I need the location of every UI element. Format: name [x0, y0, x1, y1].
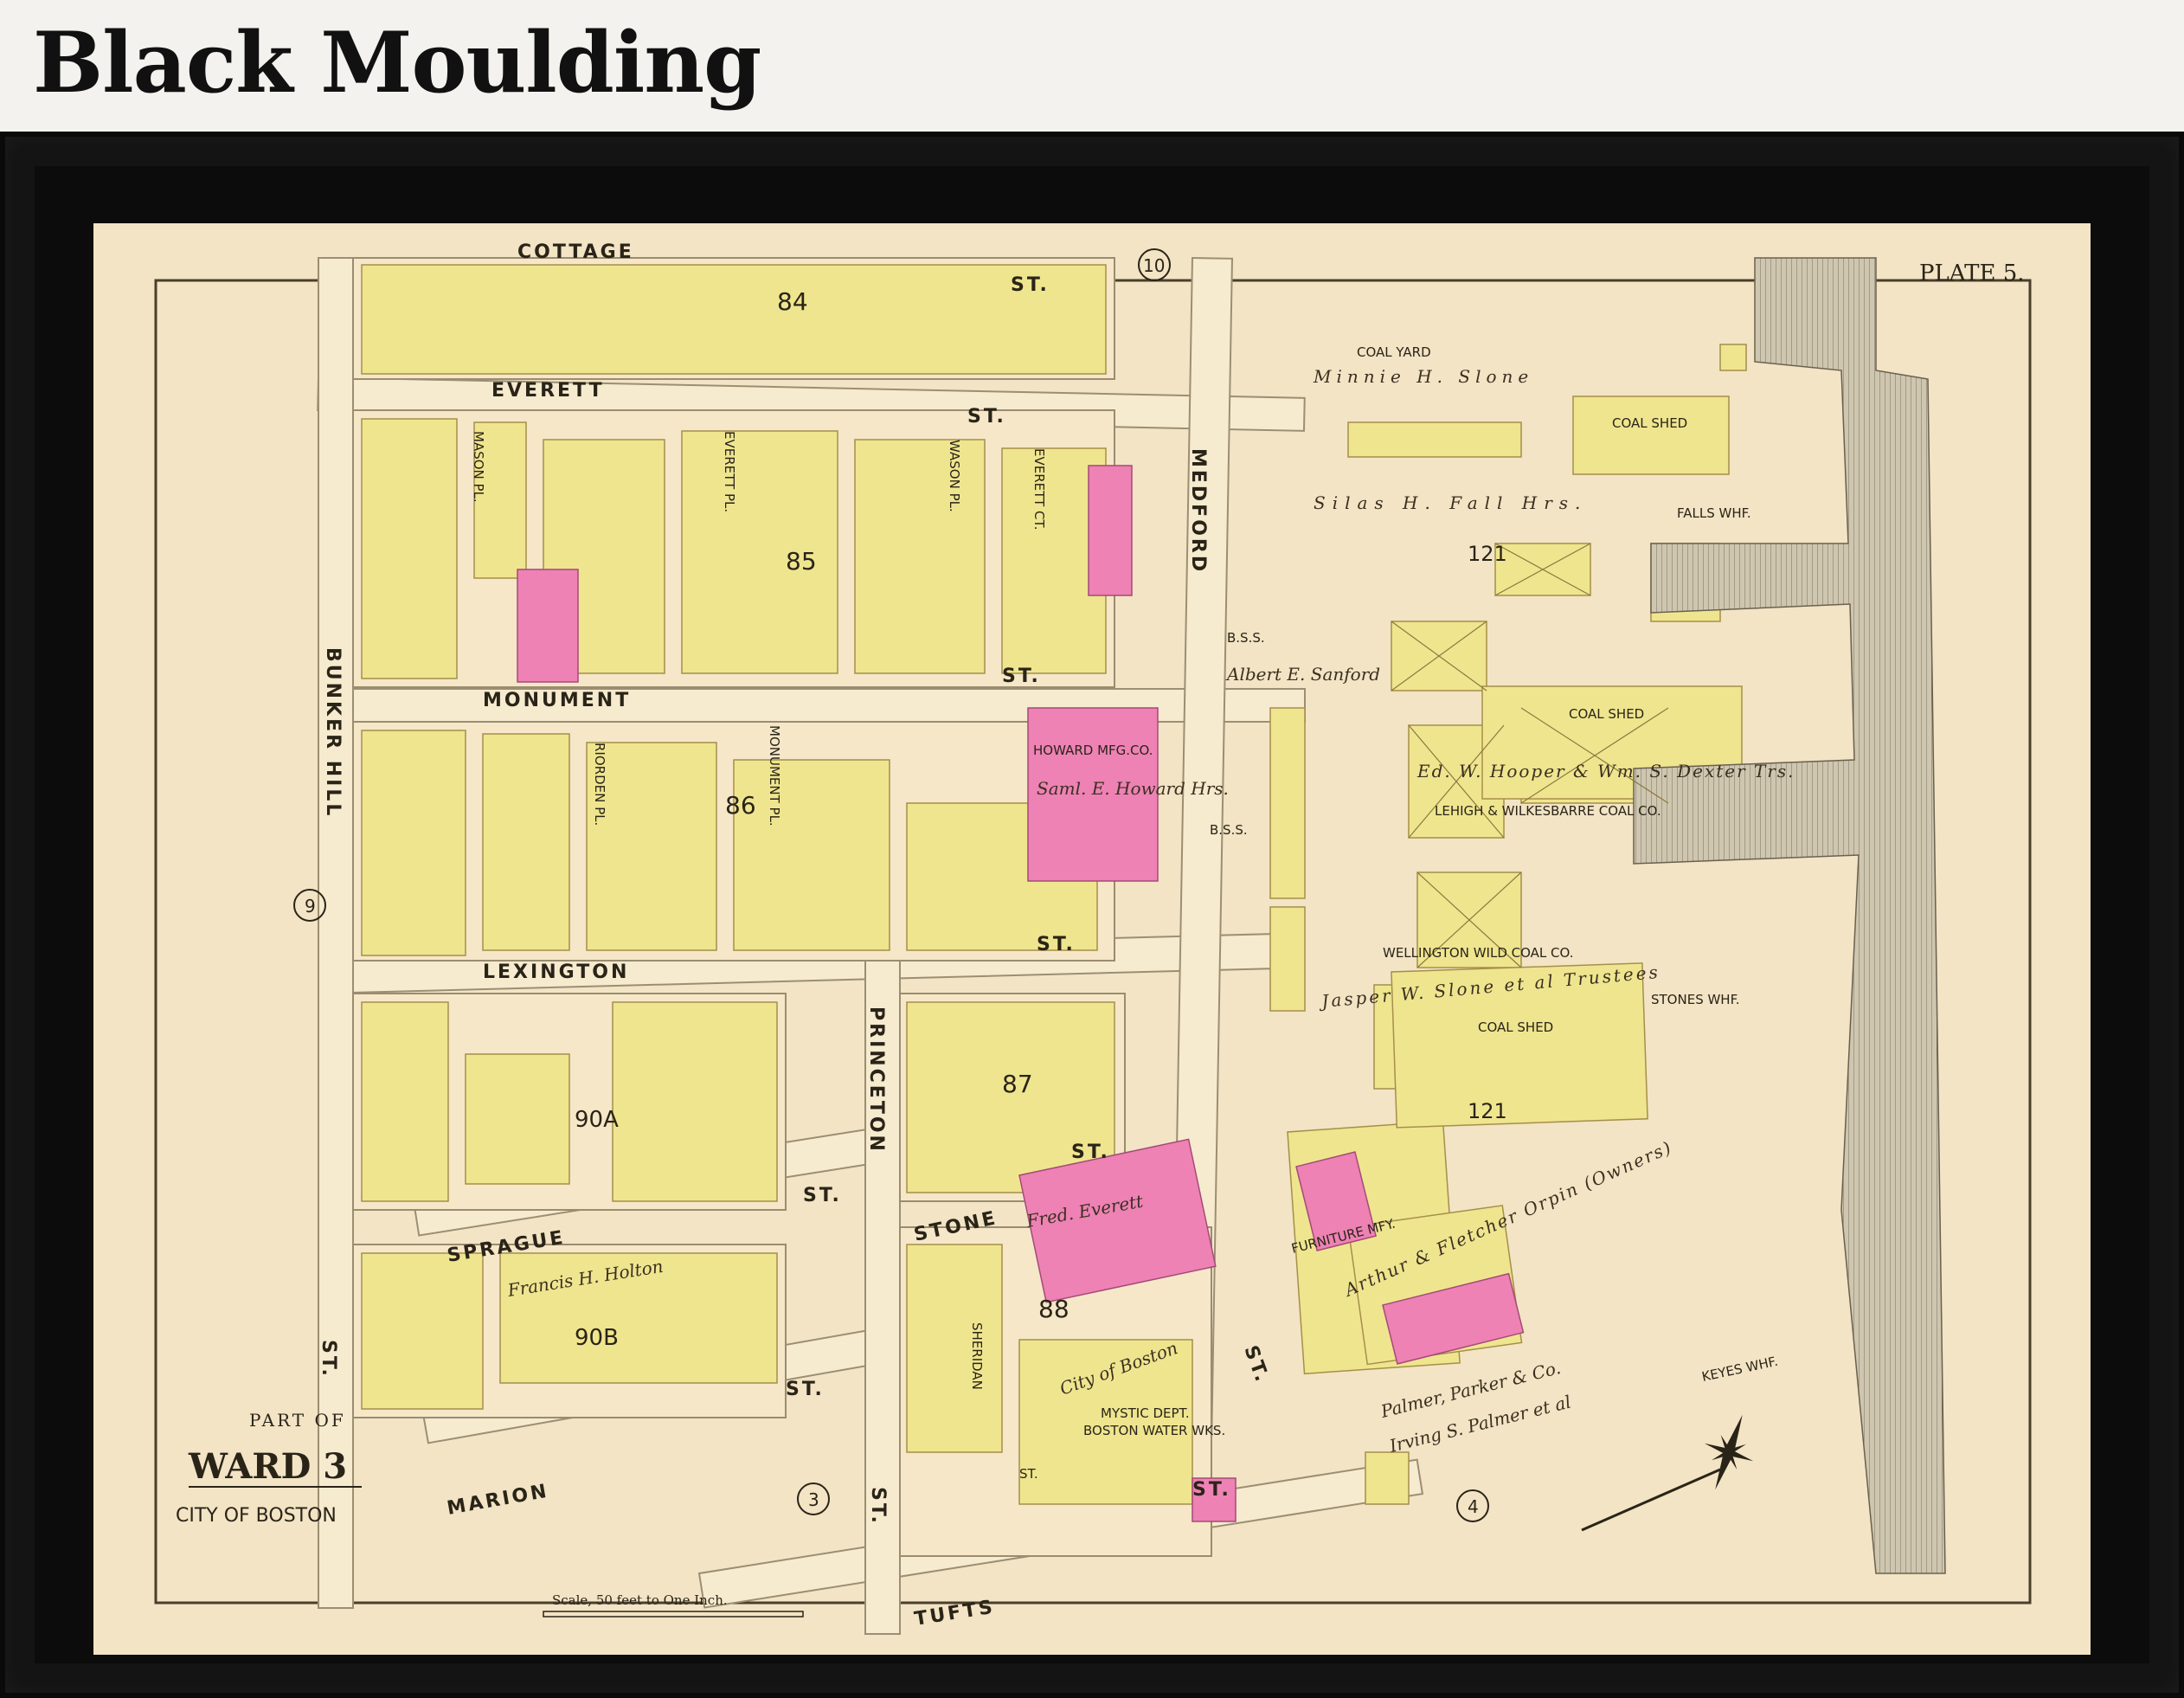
street-sheridan: SHERIDAN: [969, 1322, 985, 1390]
street-bunker-hill: BUNKER HILL: [322, 647, 344, 818]
street-wason-pl: WASON PL.: [947, 440, 962, 512]
block-number-86: 86: [725, 791, 756, 820]
owner-howard: Saml. E. Howard Hrs.: [1037, 778, 1229, 799]
atlas-map: PLATE 5. PART OF WARD 3 CITY OF BOSTON S…: [93, 223, 2091, 1655]
owner-silas: Silas H. Fall Hrs.: [1314, 492, 1587, 513]
label-water-wks: BOSTON WATER WKS.: [1083, 1423, 1225, 1438]
st-label-marion: ST.: [786, 1379, 825, 1400]
block-number-84: 84: [777, 287, 808, 316]
label-coal-yard: COAL YARD: [1357, 344, 1431, 360]
st-label-bunker-hill: ST.: [318, 1340, 339, 1379]
ward-part-of: PART OF: [249, 1410, 346, 1431]
label-coal-shed-1: COAL SHED: [1612, 415, 1687, 431]
st-label-tufts: ST.: [1192, 1479, 1231, 1501]
street-monument: MONUMENT: [483, 690, 631, 711]
st-label-lexington: ST.: [1037, 934, 1076, 955]
road-bunker-hill: [318, 257, 354, 1609]
scale-label: Scale, 50 feet to One Inch.: [552, 1592, 728, 1608]
block-number-90a: 90A: [575, 1107, 619, 1133]
st-label-cottage: ST.: [1011, 274, 1050, 296]
street-princeton: PRINCETON: [865, 1007, 887, 1154]
street-mason-pl: MASON PL.: [471, 431, 486, 503]
owner-hooper: Ed. W. Hooper & Wm. S. Dexter Trs.: [1416, 761, 1795, 781]
st-label-monument: ST.: [1002, 666, 1041, 687]
street-everett: EVERETT: [491, 380, 605, 402]
label-falls-whf: FALLS WHF.: [1677, 505, 1751, 521]
plate-label: PLATE 5.: [1919, 260, 2025, 286]
block-number-85: 85: [786, 547, 817, 576]
label-bss-b: B.S.S.: [1210, 822, 1248, 838]
label-lehigh: LEHIGH & WILKESBARRE COAL CO.: [1435, 803, 1661, 819]
ward-city: CITY OF BOSTON: [176, 1505, 337, 1527]
street-everett-pl: EVERETT PL.: [722, 431, 737, 512]
label-wellington: WELLINGTON WILD COAL CO.: [1383, 945, 1574, 961]
st-label-sprague: ST.: [803, 1185, 842, 1206]
st-label-everett: ST.: [967, 406, 1006, 428]
coal-shed-1: [1572, 396, 1730, 475]
ward-circle-3-label: 3: [808, 1489, 819, 1510]
ward-circle-10-label: 10: [1143, 255, 1165, 276]
label-howard-mfg: HOWARD MFG.CO.: [1033, 743, 1153, 758]
label-mystic: MYSTIC DEPT.: [1101, 1405, 1190, 1421]
street-everett-ct: EVERETT CT.: [1031, 448, 1047, 531]
st-label-sheridan: ST.: [1019, 1466, 1038, 1482]
block-number-88: 88: [1038, 1295, 1070, 1323]
owner-albert: Albert E. Sanford: [1225, 664, 1380, 685]
block-number-121-b: 121: [1468, 1099, 1507, 1123]
street-monument-pl: MONUMENT PL.: [767, 725, 782, 826]
label-coal-shed-2: COAL SHED: [1569, 706, 1644, 722]
owner-minnie: Minnie H. Slone: [1313, 366, 1533, 387]
block-number-90b: 90B: [575, 1325, 619, 1351]
block-number-121-a: 121: [1468, 542, 1507, 566]
street-medford: MEDFORD: [1187, 448, 1209, 574]
label-bss-a: B.S.S.: [1227, 630, 1265, 646]
street-lexington: LEXINGTON: [483, 962, 629, 983]
page-title: Black Moulding: [33, 14, 761, 112]
label-stones-whf: STONES WHF.: [1651, 992, 1740, 1007]
street-cottage: COTTAGE: [517, 241, 634, 263]
ward-circle-9-label: 9: [305, 896, 316, 917]
ward-number: WARD 3: [188, 1446, 347, 1487]
st-label-princeton: ST.: [867, 1487, 889, 1526]
st-label-stone: ST.: [1071, 1142, 1110, 1163]
block-number-87: 87: [1002, 1070, 1033, 1098]
street-riorden-pl: RIORDEN PL.: [592, 743, 607, 826]
ward-circle-4-label: 4: [1468, 1496, 1479, 1517]
label-coal-shed-3: COAL SHED: [1478, 1019, 1553, 1035]
